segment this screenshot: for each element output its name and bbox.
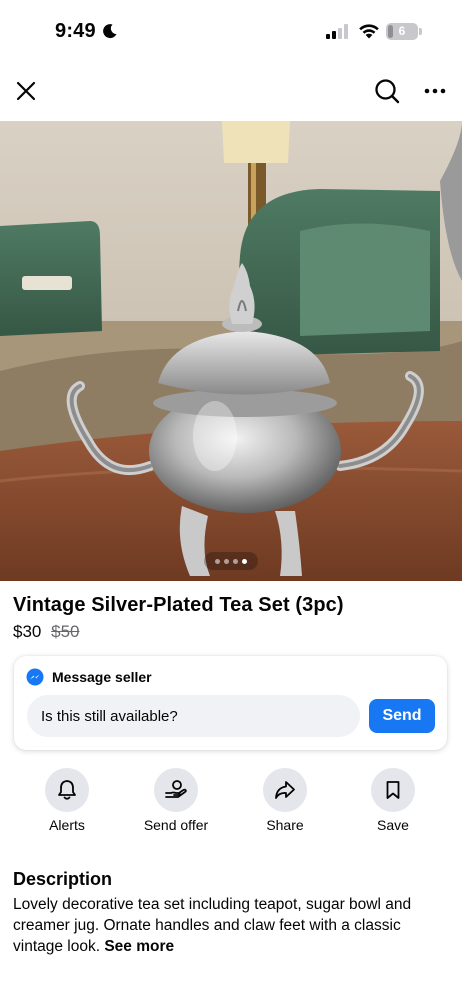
pagination-dot: [233, 558, 238, 564]
teapot-photo-image: [0, 121, 462, 581]
bookmark-icon: [386, 781, 400, 799]
more-icon: [424, 88, 446, 94]
share-icon: [275, 781, 295, 799]
alerts-button[interactable]: Alerts: [22, 768, 112, 838]
moon-icon: [103, 24, 117, 39]
message-seller-label: Message seller: [52, 669, 152, 685]
save-icon-circle: [371, 768, 415, 812]
send-offer-label: Send offer: [143, 817, 209, 833]
top-nav: [0, 70, 462, 114]
save-button[interactable]: Save: [348, 768, 438, 838]
cellular-signal-icon: [326, 24, 348, 39]
alerts-label: Alerts: [49, 817, 85, 833]
current-price: $30: [13, 622, 42, 641]
share-button[interactable]: Share: [240, 768, 330, 838]
message-seller-card: Message seller Send: [14, 656, 447, 750]
messenger-icon: [26, 668, 44, 686]
listing-photo[interactable]: [0, 121, 462, 581]
send-button[interactable]: Send: [369, 699, 435, 733]
alerts-icon-circle: [45, 768, 89, 812]
share-label: Share: [266, 817, 304, 833]
status-time: 9:49: [55, 20, 96, 42]
send-offer-icon-circle: [154, 768, 198, 812]
status-bar: 9:49 6: [0, 0, 462, 62]
pagination-dot: [224, 558, 229, 564]
pagination-dot: [215, 558, 220, 564]
share-icon-circle: [263, 768, 307, 812]
search-icon: [375, 79, 400, 104]
close-icon: [16, 81, 36, 101]
send-offer-button[interactable]: Send offer: [131, 768, 221, 838]
more-options-button[interactable]: [418, 74, 452, 108]
price-row: $30 $50: [13, 622, 79, 642]
wifi-icon: [359, 24, 379, 39]
description-body: Lovely decorative tea set including teap…: [13, 894, 449, 957]
message-seller-header: Message seller: [26, 668, 152, 686]
battery-indicator: 6: [386, 23, 422, 40]
message-input[interactable]: [27, 695, 360, 737]
search-button[interactable]: [370, 74, 404, 108]
description-heading: Description: [13, 869, 113, 889]
action-row: Alerts Send offer Share Save: [0, 768, 462, 838]
original-price: $50: [51, 622, 80, 641]
save-label: Save: [377, 817, 409, 833]
bell-icon: [58, 780, 76, 800]
listing-title: Vintage Silver-Plated Tea Set (3pc): [13, 594, 344, 616]
pagination-dot-active: [242, 558, 247, 564]
close-button[interactable]: [9, 74, 43, 108]
see-more-link[interactable]: See more: [104, 938, 174, 955]
offer-icon: [165, 780, 187, 798]
description-text: Lovely decorative tea set including teap…: [13, 896, 412, 955]
battery-level: 6: [398, 24, 406, 38]
photo-pagination[interactable]: [204, 552, 258, 570]
